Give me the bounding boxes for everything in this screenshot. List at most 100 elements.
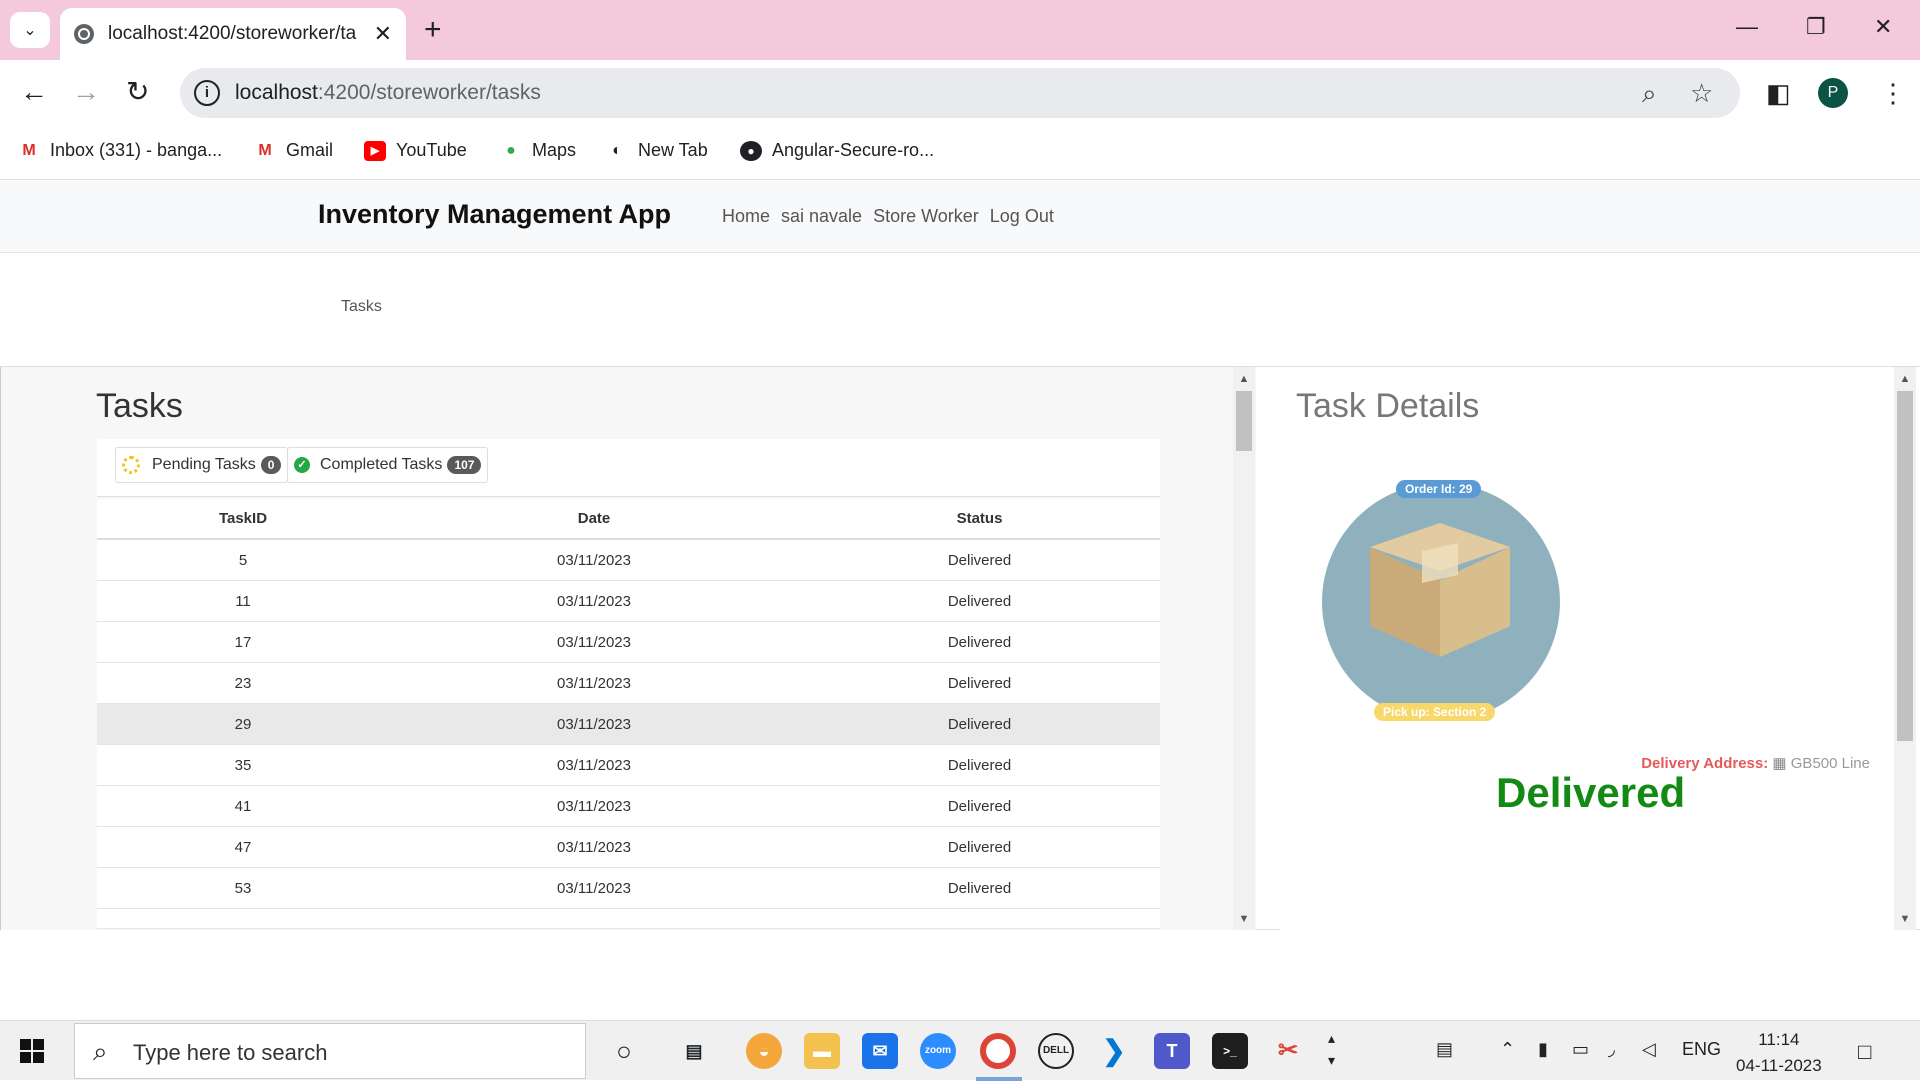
nav-user-link[interactable]: sai navale: [781, 206, 862, 227]
nav-logout-link[interactable]: Log Out: [990, 206, 1054, 227]
tab-search-button[interactable]: ⌄: [10, 12, 50, 48]
bookmarks-bar: M Inbox (331) - banga... M Gmail ▶ YouTu…: [0, 126, 1920, 180]
clock[interactable]: 11:14 04-11-2023: [1736, 1027, 1822, 1079]
column-header-date[interactable]: Date: [389, 510, 799, 527]
scroll-thumb[interactable]: [1236, 391, 1252, 451]
youtube-icon: ▶: [364, 140, 386, 161]
nav-home-link[interactable]: Home: [722, 206, 770, 227]
bookmark-gmail[interactable]: M Gmail: [254, 140, 333, 161]
taskbar-scroll-icon[interactable]: ▴ ▾: [1328, 1027, 1335, 1071]
notifications-icon[interactable]: □: [1858, 1039, 1871, 1065]
volume-icon[interactable]: ◁: [1642, 1039, 1656, 1060]
bookmark-new-tab[interactable]: ◐ New Tab: [606, 140, 708, 161]
globe-icon: ◐: [612, 141, 622, 159]
scroll-down-icon[interactable]: ▼: [1894, 913, 1916, 925]
table-row[interactable]: 23 03/11/2023 Delivered: [97, 663, 1160, 704]
microphone-icon[interactable]: ▮: [1538, 1039, 1548, 1060]
terminal-icon[interactable]: >_: [1212, 1033, 1248, 1069]
news-widget-icon[interactable]: ▤: [1436, 1039, 1453, 1060]
completed-count-badge: 107: [447, 456, 482, 474]
task-details-heading: Task Details: [1296, 387, 1480, 425]
table-row-partial[interactable]: [97, 909, 1160, 929]
scroll-thumb[interactable]: [1897, 391, 1913, 741]
cell-taskid: 5: [238, 551, 248, 569]
menu-kebab-icon[interactable]: ⋮: [1880, 78, 1906, 109]
browser-tabstrip: ⌄ localhost:4200/storeworker/ta ✕ + — ❐ …: [0, 0, 1920, 60]
table-row[interactable]: 5 03/11/2023 Delivered: [97, 540, 1160, 581]
cell-taskid: 23: [234, 674, 252, 692]
teams-icon[interactable]: T: [1154, 1033, 1190, 1069]
battery-icon[interactable]: ▭: [1572, 1039, 1589, 1060]
scroll-down-icon[interactable]: ▼: [1233, 913, 1255, 925]
task-view-icon[interactable]: ▤: [676, 1033, 712, 1069]
zoom-app-icon[interactable]: zoom: [920, 1033, 956, 1069]
language-indicator[interactable]: ENG: [1682, 1039, 1721, 1060]
close-icon[interactable]: ✕: [374, 21, 392, 47]
wifi-icon[interactable]: ◞: [1608, 1039, 1615, 1060]
table-row[interactable]: 17 03/11/2023 Delivered: [97, 622, 1160, 663]
table-row[interactable]: 11 03/11/2023 Delivered: [97, 581, 1160, 622]
scroll-up-icon[interactable]: ▲: [1894, 373, 1916, 385]
bookmark-inbox[interactable]: M Inbox (331) - banga...: [18, 140, 222, 161]
dell-icon[interactable]: DELL: [1038, 1033, 1074, 1069]
forward-icon[interactable]: →: [72, 76, 100, 108]
bookmark-star-icon[interactable]: ☆: [1690, 78, 1713, 109]
cell-taskid: 47: [234, 838, 252, 856]
delivery-status: Delivered: [1496, 769, 1686, 816]
pending-tasks-button[interactable]: Pending Tasks 0: [115, 447, 289, 483]
bookmark-label: New Tab: [638, 140, 708, 160]
cell-date: 03/11/2023: [557, 551, 631, 569]
gmail-icon: M: [22, 141, 36, 159]
nav-role-link[interactable]: Store Worker: [873, 206, 979, 227]
chrome-icon[interactable]: [980, 1033, 1016, 1069]
completed-tasks-button[interactable]: ✓ Completed Tasks 107: [287, 447, 489, 483]
cell-taskid: 11: [235, 592, 251, 610]
main-content: Tasks Pending Tasks 0 ✓ Completed Tasks …: [0, 366, 1920, 930]
taskbar-search-input[interactable]: ⌕ Type here to search: [74, 1023, 586, 1079]
site-info-icon[interactable]: i: [194, 80, 220, 106]
bookmark-maps[interactable]: ● Maps: [500, 140, 576, 161]
address-bar[interactable]: i localhost:4200/storeworker/tasks ⌕ ☆: [180, 68, 1740, 118]
pickup-tag: Pick up: Section 2: [1374, 703, 1496, 721]
restore-icon[interactable]: ❐: [1806, 14, 1826, 40]
package-illustration: [1322, 483, 1560, 721]
bookmark-github[interactable]: ● Angular-Secure-ro...: [740, 140, 934, 161]
profile-avatar[interactable]: P: [1818, 78, 1848, 108]
bookmark-youtube[interactable]: ▶ YouTube: [364, 140, 467, 161]
new-tab-button[interactable]: +: [424, 12, 442, 48]
app-navbar: Inventory Management App Home sai navale…: [0, 181, 1920, 253]
app-icon-pinned[interactable]: ◒: [746, 1033, 782, 1069]
tray-overflow-icon[interactable]: ⌃: [1500, 1039, 1515, 1060]
file-explorer-icon[interactable]: ▬: [804, 1033, 840, 1069]
table-row[interactable]: 53 03/11/2023 Delivered: [97, 868, 1160, 909]
browser-toolbar: ← → ↻ i localhost:4200/storeworker/tasks…: [0, 60, 1920, 126]
tasks-scrollbar[interactable]: ▲ ▼: [1233, 367, 1255, 930]
table-row[interactable]: 29 03/11/2023 Delivered: [97, 704, 1160, 745]
side-panel-icon[interactable]: ◧: [1766, 78, 1791, 109]
snipping-tool-icon[interactable]: ✂: [1270, 1033, 1306, 1069]
zoom-icon[interactable]: ⌕: [1642, 78, 1657, 110]
mail-icon[interactable]: ✉: [862, 1033, 898, 1069]
vscode-icon[interactable]: ❯: [1096, 1033, 1132, 1069]
app-brand[interactable]: Inventory Management App: [318, 199, 671, 230]
delivery-address-value: GB500 Line: [1790, 755, 1870, 772]
minimize-icon[interactable]: —: [1736, 14, 1758, 40]
back-icon[interactable]: ←: [20, 76, 48, 108]
browser-tab[interactable]: localhost:4200/storeworker/ta ✕: [60, 8, 406, 60]
table-row[interactable]: 35 03/11/2023 Delivered: [97, 745, 1160, 786]
reload-icon[interactable]: ↻: [126, 76, 149, 108]
windows-start-icon[interactable]: [20, 1039, 44, 1063]
github-icon: ●: [740, 140, 762, 161]
column-header-status[interactable]: Status: [799, 510, 1160, 527]
cortana-icon[interactable]: ○: [606, 1033, 642, 1069]
cell-date: 03/11/2023: [557, 756, 631, 774]
window-close-icon[interactable]: ✕: [1874, 14, 1892, 40]
address-url[interactable]: localhost:4200/storeworker/tasks: [235, 81, 541, 105]
details-scrollbar[interactable]: ▲ ▼: [1894, 367, 1916, 930]
chrome-active-indicator: [976, 1077, 1022, 1081]
column-header-taskid[interactable]: TaskID: [97, 510, 389, 527]
cell-date: 03/11/2023: [557, 715, 631, 733]
table-row[interactable]: 41 03/11/2023 Delivered: [97, 786, 1160, 827]
scroll-up-icon[interactable]: ▲: [1233, 373, 1255, 385]
table-row[interactable]: 47 03/11/2023 Delivered: [97, 827, 1160, 868]
